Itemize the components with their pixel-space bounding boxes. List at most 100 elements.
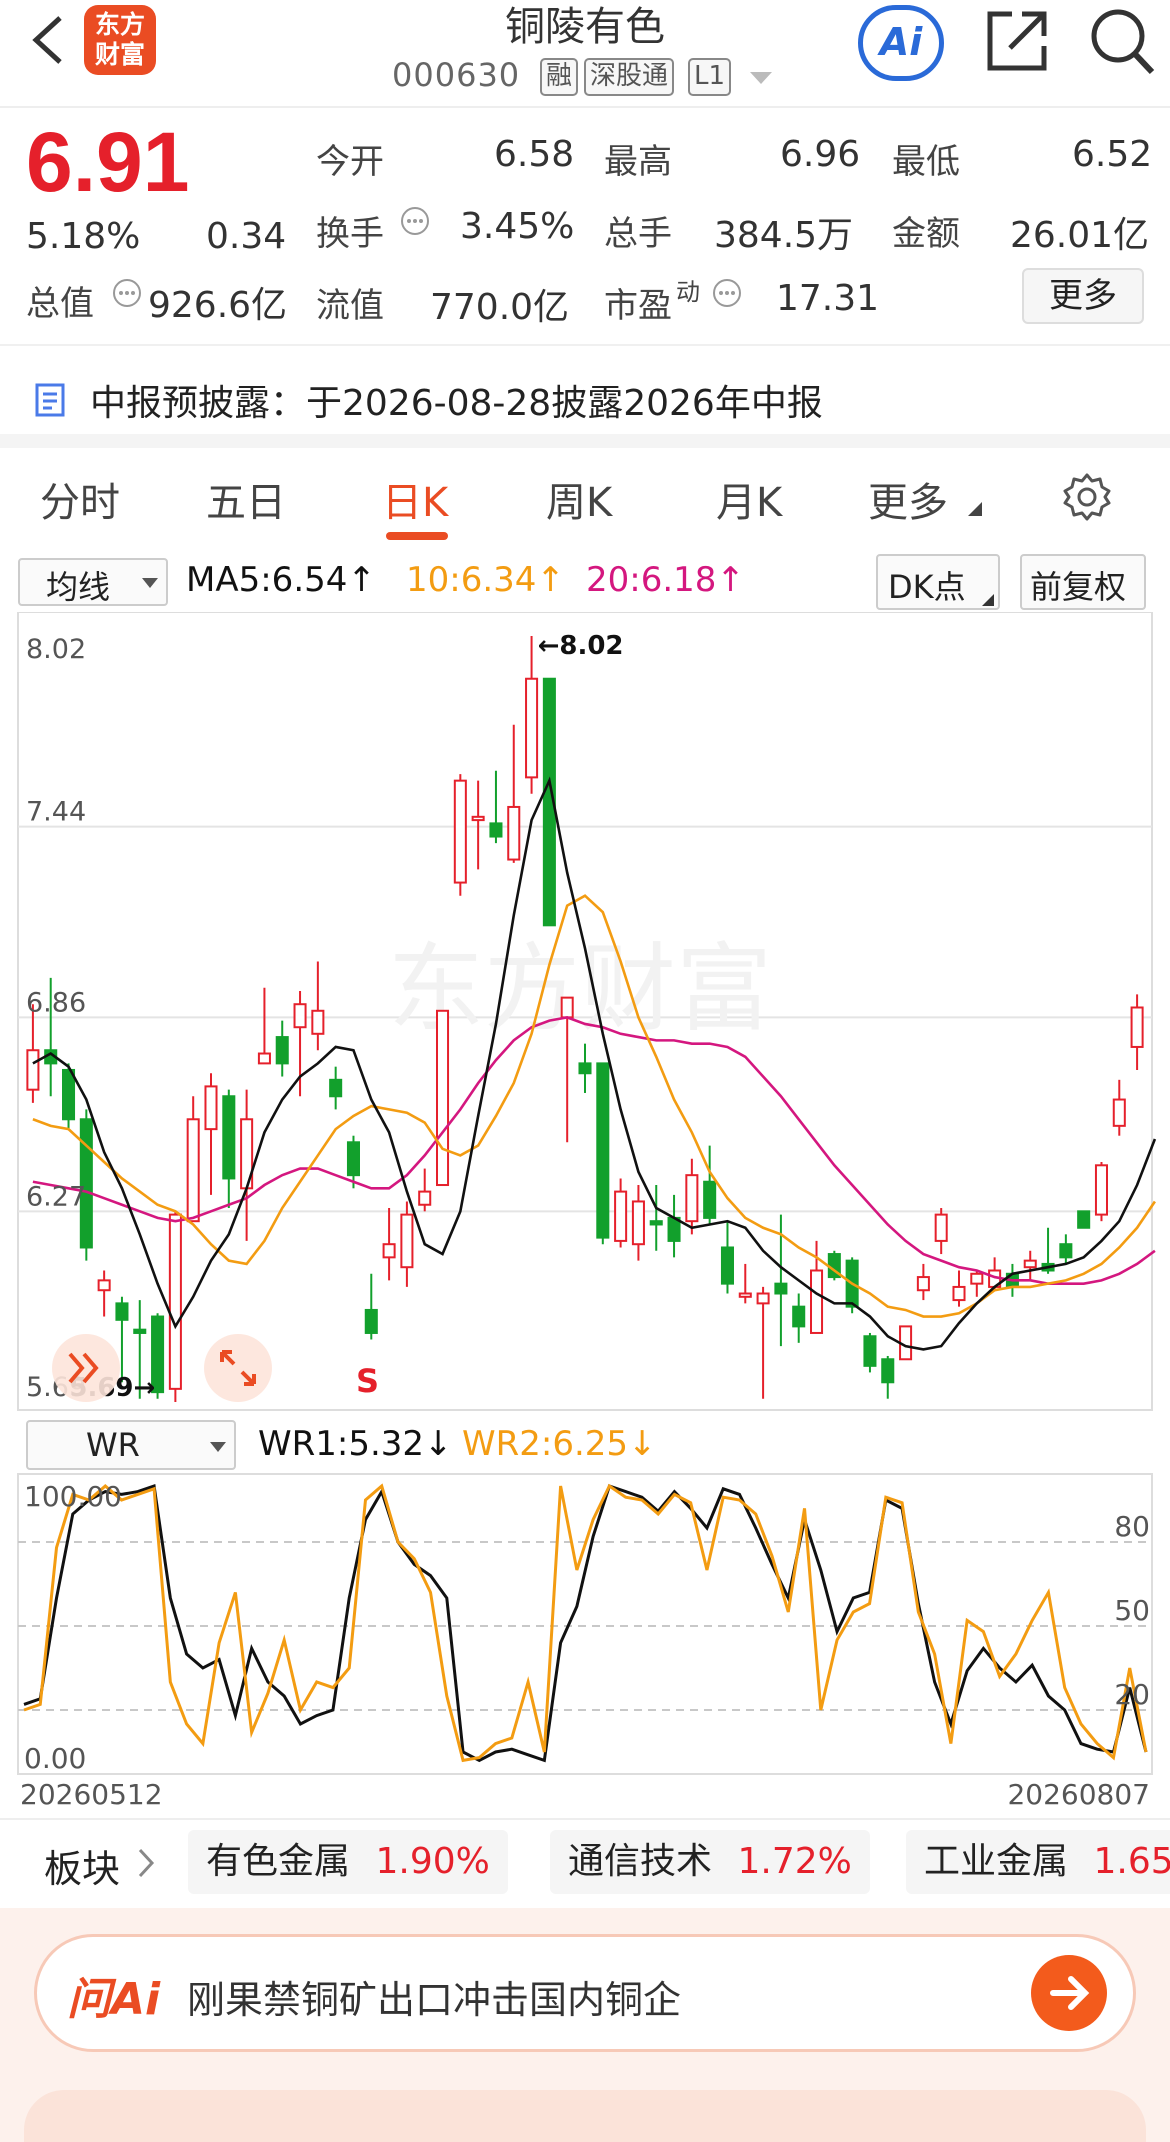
wr-20-label: 20: [1114, 1678, 1150, 1711]
info-dots-icon[interactable]: [400, 206, 430, 236]
more-quote-button[interactable]: 更多: [1022, 268, 1144, 324]
tab-daily-k[interactable]: 日K: [382, 470, 448, 528]
wr2-readout: WR2:6.25↓: [462, 1424, 657, 1464]
wr-chart[interactable]: 100.00 0.00 80 50 20 20260512 20260807: [0, 1472, 1170, 1822]
margin-tag: 融: [540, 58, 579, 96]
float-cap-label: 流值: [316, 286, 384, 326]
wr-bottom-label: 0.00: [24, 1742, 86, 1775]
ma5-readout: MA5:6.54↑: [186, 560, 376, 600]
market-cap-label: 总值: [26, 284, 94, 324]
dk-point-label: DK点: [888, 568, 966, 606]
candlestick: [596, 1062, 610, 1245]
high-label: 最高: [604, 142, 672, 182]
pe-superscript: 动: [676, 278, 700, 306]
candlestick: [168, 1211, 182, 1402]
sector-chip-nonferrous[interactable]: 有色金属 1.90%: [188, 1830, 508, 1894]
pe-value: 17.31: [776, 278, 880, 319]
notice-text: 中报预披露：于2026-08-28披露2026年中报: [90, 383, 823, 424]
sector-chip-industrial[interactable]: 工业金属 1.65: [906, 1830, 1170, 1894]
ask-ai-logo: 问Ai: [67, 1974, 161, 2025]
ma-selector-label: 均线: [46, 568, 111, 606]
ai-question-input[interactable]: 问Ai 刚果禁铜矿出口冲击国内铜企: [34, 1934, 1136, 2052]
amount-value: 26.01亿: [1010, 215, 1150, 256]
y-tick-label: 7.44: [26, 797, 86, 828]
ma20-readout: 20:6.18↑: [586, 560, 745, 600]
tab-weekly-k[interactable]: 周K: [546, 470, 612, 528]
candlestick: [827, 1250, 841, 1281]
adjust-button[interactable]: 前复权: [1020, 554, 1146, 610]
turnover-label: 换手: [316, 214, 384, 254]
adjust-label: 前复权: [1030, 568, 1127, 606]
divider: [0, 1818, 1170, 1820]
notice-bar[interactable]: 中报预披露：于2026-08-28披露2026年中报: [0, 344, 1170, 448]
y-tick-label: 8.02: [26, 634, 86, 665]
wr1-readout: WR1:5.32↓: [258, 1424, 453, 1464]
sector-chip-telecom[interactable]: 通信技术 1.72%: [550, 1830, 870, 1894]
candlestick: [436, 1009, 450, 1187]
candlestick: [1077, 1210, 1091, 1229]
ai-question-bar: 问Ai 刚果禁铜矿出口冲击国内铜企: [0, 1908, 1170, 2142]
open-value: 6.58: [494, 134, 575, 175]
wr-top-label: 100.00: [24, 1480, 122, 1513]
dropdown-caret-icon[interactable]: [748, 70, 774, 86]
next-card-edge: [24, 2090, 1146, 2142]
sector-name: 通信技术: [568, 1841, 713, 1882]
info-dots-icon[interactable]: [112, 278, 142, 308]
corner-caret-icon: [968, 502, 982, 516]
active-tab-indicator: [386, 532, 448, 540]
turnover-value: 3.45%: [460, 206, 575, 247]
dropdown-caret-icon: [210, 1442, 226, 1452]
ai-submit-button[interactable]: [1031, 1955, 1107, 2031]
connect-tag: 深股通: [584, 58, 675, 96]
candlestick: [863, 1332, 877, 1373]
amount-label: 金额: [892, 214, 960, 254]
high-value: 6.96: [780, 134, 861, 175]
wr-selector-label: WR: [86, 1426, 140, 1464]
low-value: 6.52: [1072, 134, 1153, 175]
kline-chart[interactable]: 东方财富 8.027.446.866.275.69 ←8.02 5.69→ S: [0, 612, 1170, 1420]
sector-name: 有色金属: [206, 1841, 351, 1882]
sector-pct: 1.90%: [375, 1841, 490, 1882]
change-amount: 0.34: [206, 216, 287, 257]
fullscreen-button[interactable]: [204, 1334, 272, 1402]
ai-prompt-text: 刚果禁铜矿出口冲击国内铜企: [187, 1978, 682, 2022]
volume-label: 总手: [604, 214, 672, 254]
tab-more[interactable]: 更多: [868, 470, 948, 528]
expand-left-button[interactable]: [52, 1334, 120, 1402]
stock-code: 000630: [392, 56, 521, 94]
ma-selector[interactable]: 均线: [18, 558, 168, 606]
open-label: 今开: [316, 142, 384, 182]
sector-label[interactable]: 板块: [44, 1838, 120, 1893]
sector-pct: 1.65: [1093, 1841, 1170, 1882]
corner-caret-icon: [982, 594, 994, 606]
settings-gear-icon[interactable]: [1062, 472, 1112, 522]
last-price: 6.91: [26, 115, 190, 209]
y-tick-label: 6.86: [26, 987, 86, 1018]
date-start: 20260512: [20, 1778, 163, 1811]
ma10-readout: 10:6.34↑: [406, 560, 565, 600]
tab-intraday[interactable]: 分时: [40, 470, 120, 528]
dk-point-button[interactable]: DK点: [876, 554, 1000, 610]
sell-signal: S: [356, 1362, 379, 1400]
arrow-right-icon: [1050, 1976, 1090, 2010]
tab-monthly-k[interactable]: 月K: [716, 470, 782, 528]
sector-pct: 1.72%: [737, 1841, 852, 1882]
sector-name: 工业金属: [924, 1841, 1069, 1882]
share-icon[interactable]: [982, 6, 1050, 74]
candlestick: [453, 774, 467, 896]
ai-button[interactable]: Ai: [858, 5, 944, 81]
wr-selector[interactable]: WR: [26, 1420, 236, 1470]
search-icon[interactable]: [1088, 4, 1158, 78]
info-dots-icon[interactable]: [712, 278, 742, 308]
candlestick: [1094, 1162, 1108, 1222]
wr-80-label: 80: [1114, 1510, 1150, 1543]
top-bar: 东方财富 铜陵有色 000630 融 深股通 L1 Ai: [0, 0, 1170, 108]
wr-50-label: 50: [1114, 1594, 1150, 1627]
tab-five-day[interactable]: 五日: [206, 470, 286, 528]
dropdown-caret-icon: [142, 578, 158, 588]
document-icon: [35, 383, 65, 417]
y-tick-label: 6.27: [26, 1181, 86, 1212]
float-cap-value: 770.0亿: [430, 287, 570, 328]
date-end: 20260807: [1007, 1778, 1150, 1811]
change-percent: 5.18%: [26, 216, 141, 257]
